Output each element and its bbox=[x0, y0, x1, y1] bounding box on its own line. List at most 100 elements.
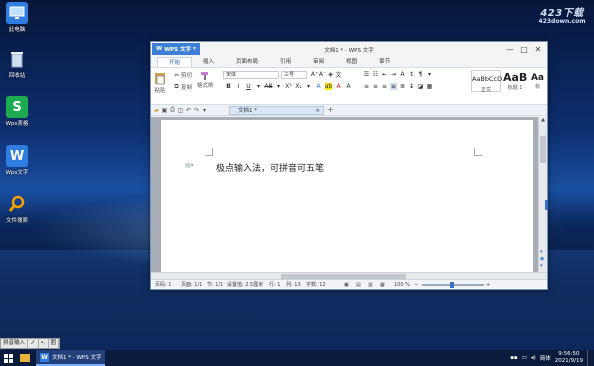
bullet-list-icon[interactable]: ☰ bbox=[363, 71, 370, 78]
desktop-icon-file-search[interactable]: 文件搜索 bbox=[2, 193, 32, 225]
chevron-down-icon[interactable]: ▾ bbox=[201, 107, 208, 114]
zoom-out-icon[interactable]: − bbox=[414, 282, 422, 288]
close-icon[interactable]: ✕ bbox=[531, 42, 545, 56]
highlight-icon[interactable]: ab bbox=[325, 83, 332, 90]
taskbar-file-explorer[interactable] bbox=[16, 350, 36, 366]
view-web-icon[interactable]: ▦ bbox=[380, 282, 394, 288]
close-tab-icon[interactable]: × bbox=[315, 107, 320, 115]
ime-keyboard-icon[interactable]: 囲 bbox=[49, 339, 60, 348]
network-icon[interactable]: ▭ bbox=[522, 355, 527, 361]
desktop-icon-wps-writer[interactable]: W Wps文字 bbox=[2, 145, 32, 177]
paragraph-handle-icon[interactable]: ▤▾ bbox=[185, 162, 194, 169]
ime-mode-label[interactable]: 拼音输入 bbox=[1, 339, 29, 348]
justify-icon[interactable]: ≡ bbox=[390, 83, 397, 90]
title-bar[interactable]: W WPS 文字 ▾ 文档1 * - WPS 文字 — □ ✕ bbox=[151, 42, 547, 56]
underline-icon[interactable]: U bbox=[245, 83, 252, 90]
ime-halfwidth-icon[interactable]: ノ bbox=[28, 339, 39, 348]
style-heading-1[interactable]: AaB 标题 1 bbox=[502, 70, 528, 92]
font-size-select[interactable]: 三号 bbox=[281, 71, 307, 79]
bold-icon[interactable]: B bbox=[225, 83, 232, 90]
zoom-slider[interactable] bbox=[422, 281, 484, 288]
view-page-icon[interactable]: ▤ bbox=[356, 282, 368, 288]
increase-indent-icon[interactable]: ⇥ bbox=[390, 71, 397, 78]
start-button[interactable] bbox=[0, 350, 16, 366]
paste-button[interactable]: 粘贴 bbox=[154, 71, 166, 94]
new-tab-icon[interactable]: + bbox=[327, 105, 334, 114]
print-icon[interactable]: ⎙ bbox=[169, 106, 176, 114]
chevron-down-icon[interactable]: ▾ bbox=[305, 83, 312, 90]
clock[interactable]: 9:56:50 2021/9/19 bbox=[555, 351, 583, 365]
desktop-icon-wps-sheets[interactable]: S Wps表格 bbox=[2, 96, 32, 128]
language-indicator[interactable]: 简体 bbox=[540, 354, 551, 362]
format-painter-button[interactable]: 格式刷 bbox=[197, 71, 214, 89]
sort-icon[interactable]: ↕ bbox=[408, 71, 415, 78]
strikethrough-icon[interactable]: AB bbox=[264, 83, 272, 90]
char-shading-icon[interactable]: A bbox=[345, 83, 352, 90]
align-left-icon[interactable]: ≡ bbox=[363, 83, 370, 90]
show-marks-icon[interactable]: ¶ bbox=[417, 71, 424, 78]
tab-section[interactable]: 章节 bbox=[368, 57, 401, 67]
cut-button[interactable]: ✂ 剪切 bbox=[173, 71, 192, 80]
text-effect-icon[interactable]: A bbox=[315, 83, 322, 90]
style-heading-2[interactable]: Aa 标 bbox=[529, 70, 546, 92]
subscript-icon[interactable]: X₂ bbox=[295, 83, 302, 90]
taskbar-wps-writer[interactable]: W 文档1 * - WPS 文字 bbox=[36, 350, 106, 366]
tray-apps-icon[interactable]: ▪▪ bbox=[510, 355, 517, 361]
document-text[interactable]: 极点输入法，可拼音可五笔 bbox=[216, 161, 324, 174]
chevron-down-icon[interactable]: ▾ bbox=[275, 83, 282, 90]
desktop-icon-recycle-bin[interactable]: 回收站 bbox=[2, 48, 32, 80]
align-right-icon[interactable]: ≡ bbox=[381, 83, 388, 90]
ime-punct-icon[interactable]: •, bbox=[39, 339, 49, 348]
decrease-indent-icon[interactable]: ⇤ bbox=[381, 71, 388, 78]
borders-icon[interactable]: ▦ bbox=[426, 83, 433, 90]
select-browse-icon[interactable]: ◉ bbox=[540, 256, 544, 262]
chinese-layout-icon[interactable]: A bbox=[399, 71, 406, 78]
font-name-select[interactable]: 宋体 bbox=[223, 71, 279, 79]
shading-icon[interactable]: ◪ bbox=[417, 83, 424, 90]
scroll-up-icon[interactable]: ▲ bbox=[539, 117, 547, 123]
font-color-icon[interactable]: A bbox=[335, 83, 342, 90]
undo-icon[interactable]: ↶ bbox=[185, 107, 192, 114]
shrink-font-icon[interactable]: A⁻ bbox=[319, 71, 326, 78]
open-folder-icon[interactable]: ▰ bbox=[153, 107, 160, 114]
redo-icon[interactable]: ↷ bbox=[193, 107, 200, 114]
vertical-scrollbar[interactable]: ▲ ▾ ◉ ▾ bbox=[538, 117, 547, 273]
clear-format-icon[interactable]: ◈ bbox=[327, 71, 334, 78]
copy-button[interactable]: ⧉ 复制 bbox=[173, 83, 192, 91]
next-page-icon[interactable]: ▾ bbox=[540, 263, 543, 269]
desktop-icon-computer[interactable]: 此电脑 bbox=[2, 2, 32, 34]
document-tab[interactable]: 文档1 * × bbox=[229, 106, 324, 115]
prev-page-icon[interactable]: ▾ bbox=[540, 249, 543, 255]
numbered-list-icon[interactable]: ☷ bbox=[372, 71, 379, 78]
document-page[interactable]: ▤▾ 极点输入法，可拼音可五笔 bbox=[161, 120, 533, 280]
tab-references[interactable]: 引用 bbox=[269, 57, 302, 67]
style-normal[interactable]: AaBbCcD 正文 bbox=[471, 70, 502, 93]
tab-insert[interactable]: 插入 bbox=[192, 57, 225, 67]
print-preview-icon[interactable]: ◫ bbox=[177, 107, 184, 114]
line-spacing-icon[interactable]: ↨ bbox=[408, 83, 415, 90]
maximize-icon[interactable]: □ bbox=[517, 42, 531, 56]
vertical-scroll-thumb[interactable] bbox=[540, 136, 546, 163]
tab-view[interactable]: 视图 bbox=[335, 57, 368, 67]
zoom-level[interactable]: 100 % bbox=[394, 282, 414, 288]
chevron-down-icon[interactable]: ▾ bbox=[255, 83, 262, 90]
tab-review[interactable]: 审阅 bbox=[302, 57, 335, 67]
align-center-icon[interactable]: ≡ bbox=[372, 83, 379, 90]
zoom-slider-thumb[interactable] bbox=[450, 281, 454, 288]
side-panel-handle[interactable] bbox=[545, 200, 548, 210]
phonetic-icon[interactable]: 文 bbox=[335, 71, 342, 79]
zoom-in-icon[interactable]: + bbox=[486, 282, 494, 288]
minimize-icon[interactable]: — bbox=[503, 42, 517, 56]
volume-icon[interactable]: ◂) bbox=[531, 355, 536, 361]
superscript-icon[interactable]: X² bbox=[285, 83, 292, 90]
chevron-down-icon[interactable]: ▾ bbox=[426, 71, 433, 78]
view-fullscreen-icon[interactable]: ▣ bbox=[344, 282, 356, 288]
distribute-icon[interactable]: ≣ bbox=[399, 83, 406, 90]
view-outline-icon[interactable]: ▥ bbox=[368, 282, 380, 288]
tab-home[interactable]: 开始 bbox=[157, 57, 193, 67]
grow-font-icon[interactable]: A⁺ bbox=[311, 71, 318, 78]
tab-page-layout[interactable]: 页面布局 bbox=[225, 57, 269, 67]
italic-icon[interactable]: I bbox=[235, 83, 242, 90]
show-desktop-button[interactable] bbox=[587, 350, 590, 366]
save-icon[interactable]: ▣ bbox=[161, 107, 168, 114]
